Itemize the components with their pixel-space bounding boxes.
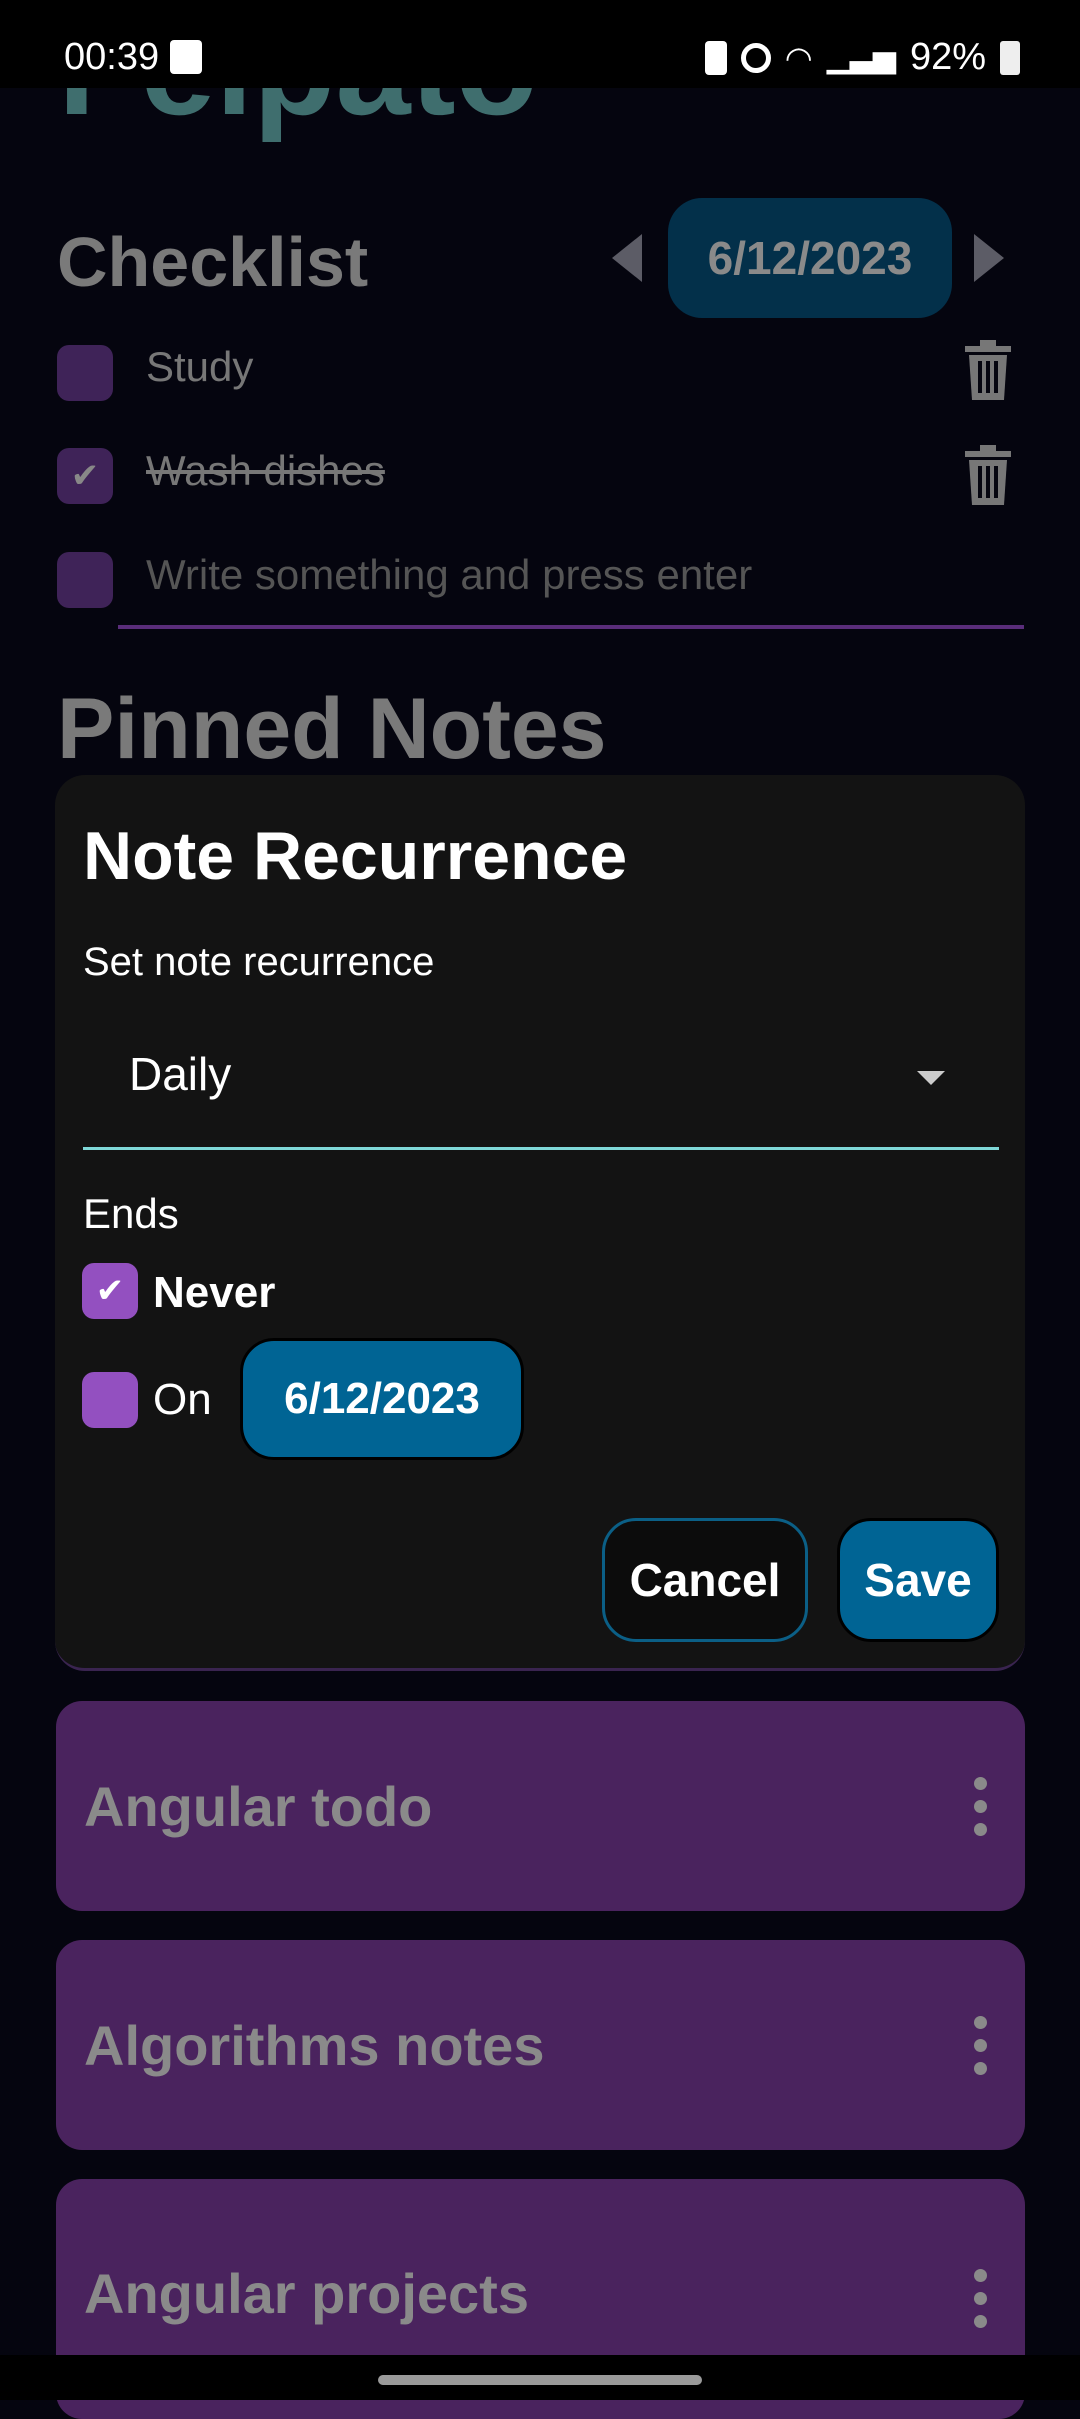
new-item-checkbox[interactable]: [57, 552, 113, 608]
dropdown-arrow-icon: [917, 1071, 945, 1085]
note-title: Algorithms notes: [84, 2013, 545, 2077]
new-item-input[interactable]: Write something and press enter: [118, 545, 1024, 629]
save-button[interactable]: Save: [837, 1518, 999, 1642]
battery-percent: 92%: [909, 36, 986, 78]
recurrence-selected-value: Daily: [129, 1048, 232, 1100]
wifi-icon: ◠: [784, 39, 813, 76]
prev-date-icon[interactable]: [612, 234, 642, 282]
ends-label: Ends: [83, 1190, 179, 1237]
trash-icon[interactable]: [963, 340, 1013, 402]
checklist-heading: Checklist: [57, 223, 369, 301]
more-options-icon[interactable]: [966, 2008, 995, 2083]
checklist-item-checkbox[interactable]: [57, 345, 113, 401]
checklist-item-label: Study: [146, 343, 254, 390]
cancel-button[interactable]: Cancel: [602, 1518, 808, 1642]
note-card[interactable]: Angular todo: [56, 1701, 1025, 1911]
on-label: On: [153, 1375, 212, 1424]
checklist-item-label: Wash dishes: [146, 447, 385, 494]
checklist-date-button[interactable]: 6/12/2023: [668, 198, 952, 318]
battery-saver-icon: [704, 40, 727, 75]
recurrence-select[interactable]: Daily: [83, 1005, 999, 1150]
note-title: Angular todo: [84, 1774, 433, 1838]
checklist-item-checkbox-checked[interactable]: ✔: [57, 448, 113, 504]
alarm-icon: [740, 42, 771, 73]
recurrence-label: Set note recurrence: [83, 940, 435, 984]
next-date-icon[interactable]: [974, 234, 1004, 282]
more-options-icon[interactable]: [966, 2261, 995, 2336]
navigation-bar: [0, 2355, 1080, 2400]
note-title: Angular projects: [84, 2262, 529, 2325]
more-options-icon[interactable]: [966, 1769, 995, 1844]
note-card[interactable]: Algorithms notes: [56, 1940, 1025, 2150]
signal-icon: ▁▃▅: [826, 41, 896, 74]
note-recurrence-dialog: Note Recurrence Set note recurrence Dail…: [55, 775, 1025, 1671]
never-label: Never: [153, 1268, 276, 1317]
pinned-notes-heading: Pinned Notes: [57, 681, 607, 777]
gallery-notification-icon: [170, 40, 202, 74]
battery-icon: [1000, 40, 1020, 75]
new-item-placeholder: Write something and press enter: [146, 551, 753, 598]
dialog-title: Note Recurrence: [83, 818, 628, 894]
on-checkbox[interactable]: [82, 1372, 138, 1428]
home-indicator[interactable]: [378, 2375, 702, 2385]
status-icons: ◠ ▁▃▅ 92%: [704, 36, 1020, 79]
status-bar: 00:39 ◠ ▁▃▅ 92%: [0, 0, 1080, 88]
trash-icon[interactable]: [963, 445, 1013, 507]
never-checkbox[interactable]: ✔: [82, 1263, 138, 1319]
end-date-button[interactable]: 6/12/2023: [240, 1338, 524, 1460]
status-time: 00:39: [64, 36, 160, 78]
